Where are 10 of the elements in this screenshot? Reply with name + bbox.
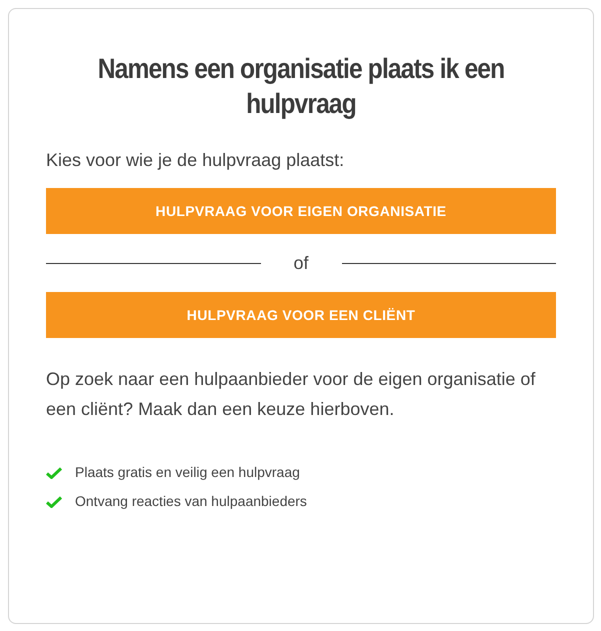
separator-text: of bbox=[292, 252, 310, 274]
description-text: Op zoek naar een hulpaanbieder voor de eigen organisatie of een cliënt? Maak dan een keuze hierboven. bbox=[46, 368, 536, 421]
check-icon bbox=[46, 466, 62, 478]
choice-button[interactable]: HULPVRAAG VOOR EIGEN ORGANISATIE bbox=[46, 188, 556, 234]
benefit-text: Ontvang reacties van hulpaanbieders bbox=[75, 492, 307, 511]
intro-text: Kies voor wie je de hulpvraag plaatst: bbox=[46, 149, 346, 171]
check-icon bbox=[46, 496, 62, 508]
choice-button[interactable]: HULPVRAAG VOOR EEN CLIËNT bbox=[46, 292, 556, 338]
benefit-text: Plaats gratis en veilig een hulpvraag bbox=[75, 463, 300, 482]
card-title: Namens een organisatie plaats ik een hulpvraag bbox=[96, 52, 506, 121]
